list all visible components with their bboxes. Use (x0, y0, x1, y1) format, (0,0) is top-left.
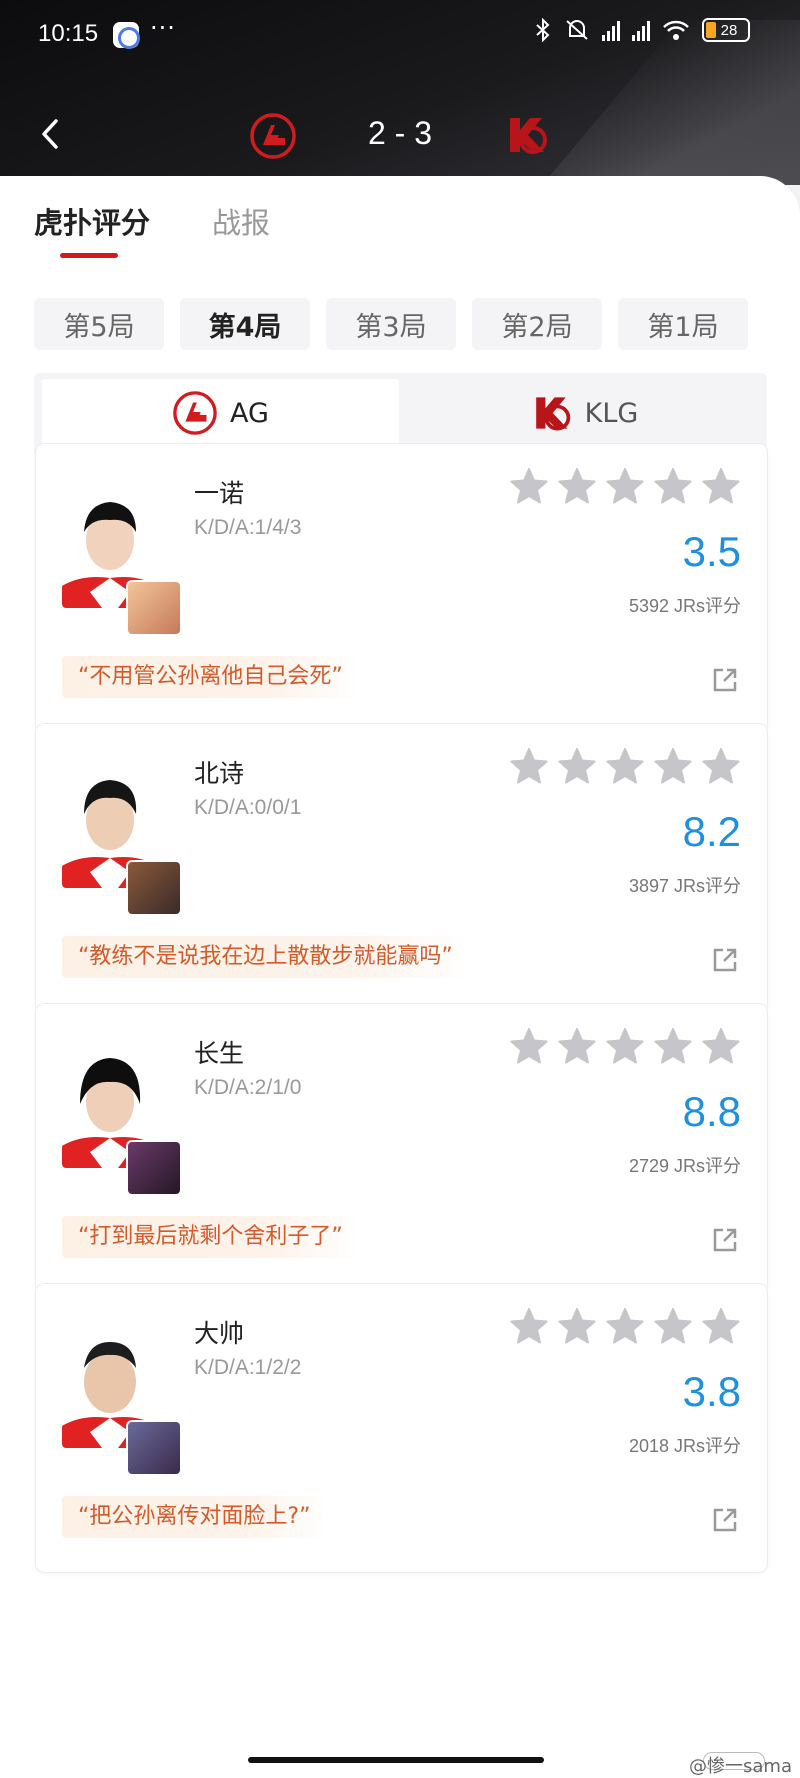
star-icon[interactable] (653, 1306, 693, 1346)
bluetooth-icon (536, 18, 550, 42)
match-score: 2 - 3 (367, 115, 433, 151)
signal-icon-2 (632, 19, 650, 41)
player-quote: “把公孙离传对面脸上?” (62, 1496, 327, 1538)
klg-team-logo (535, 397, 570, 431)
player-rating: 8.8 (682, 1088, 741, 1135)
share-icon (713, 1508, 737, 1532)
share-icon (713, 948, 737, 972)
tab-hupu-rating[interactable]: 虎扑评分 (34, 200, 150, 260)
rating-stars (509, 466, 741, 506)
star-icon[interactable] (509, 1026, 549, 1066)
vote-count: 3897 JRs评分 (628, 876, 741, 896)
star-icon[interactable] (509, 466, 549, 506)
share-button[interactable] (711, 946, 739, 974)
hero-icon (126, 860, 182, 916)
team-tab-ag[interactable]: AG (42, 379, 399, 447)
hero-icon (126, 580, 182, 636)
wifi-icon (663, 20, 689, 40)
rating-stars (509, 746, 741, 786)
star-icon[interactable] (605, 1306, 645, 1346)
team-tab-label: AG (230, 397, 269, 429)
star-icon[interactable] (509, 746, 549, 786)
star-icon[interactable] (653, 1026, 693, 1066)
team-tab-klg[interactable]: KLG (404, 379, 761, 447)
battery-icon: 28 (702, 18, 750, 42)
player-name: 长生 (194, 1039, 245, 1068)
star-icon[interactable] (605, 466, 645, 506)
ag-team-logo (173, 391, 217, 435)
star-icon[interactable] (653, 466, 693, 506)
player-kda: K/D/A:0/0/1 (194, 796, 302, 819)
main-tabs: 虎扑评分 战报 (34, 200, 270, 260)
star-icon[interactable] (605, 1026, 645, 1066)
match-bar: 2 - 3 (0, 95, 800, 175)
player-rating: 3.8 (682, 1368, 741, 1415)
star-icon[interactable] (509, 1306, 549, 1346)
hero-icon (126, 1140, 182, 1196)
player-card[interactable]: 大帅 K/D/A:1/2/2 3.8 2018 JRs评分 “把公孙离传对面脸上… (36, 1284, 767, 1572)
player-kda: K/D/A:1/4/3 (194, 516, 302, 539)
star-icon[interactable] (557, 1026, 597, 1066)
player-rating: 3.5 (682, 528, 741, 575)
player-kda: K/D/A:1/2/2 (194, 1356, 302, 1379)
game-tab-1[interactable]: 第1局 (618, 298, 748, 350)
content-sheet: 虎扑评分 战报 第5局 第4局 第3局 第2局 第1局 AG KLG 一诺 K/… (0, 176, 800, 1778)
system-icons: 28 (534, 18, 750, 42)
share-button[interactable] (711, 1226, 739, 1254)
mute-icon (566, 20, 588, 40)
player-quote: “打到最后就剩个舍利子了” (62, 1216, 359, 1258)
star-icon[interactable] (701, 1026, 741, 1066)
star-icon[interactable] (701, 466, 741, 506)
star-icon[interactable] (557, 466, 597, 506)
match-header: 10:15 ··· 28 2 - 3 (0, 0, 800, 185)
watermark: @惨一sama (689, 1756, 792, 1777)
player-name: 一诺 (194, 479, 245, 508)
hero-icon (126, 1420, 182, 1476)
player-card[interactable]: 长生 K/D/A:2/1/0 8.8 2729 JRs评分 “打到最后就剩个舍利… (36, 1004, 767, 1292)
game-tab-3[interactable]: 第3局 (326, 298, 456, 350)
signal-icon-1 (602, 19, 620, 41)
player-card[interactable]: 北诗 K/D/A:0/0/1 8.2 3897 JRs评分 “教练不是说我在边上… (36, 724, 767, 1012)
rating-stars (509, 1026, 741, 1066)
player-card[interactable]: 一诺 K/D/A:1/4/3 3.5 5392 JRs评分 “不用管公孙离他自己… (36, 444, 767, 732)
team-tab-label: KLG (584, 397, 639, 429)
vote-count: 2018 JRs评分 (628, 1436, 741, 1456)
star-icon[interactable] (557, 1306, 597, 1346)
rating-stars (509, 1306, 741, 1346)
player-quote: “教练不是说我在边上散散步就能赢吗” (62, 936, 469, 978)
player-quote: “不用管公孙离他自己会死” (62, 656, 359, 698)
share-button[interactable] (711, 666, 739, 694)
player-name: 北诗 (194, 759, 245, 788)
share-icon (713, 1228, 737, 1252)
share-icon (713, 668, 737, 692)
game-tab-2[interactable]: 第2局 (472, 298, 602, 350)
status-time: 10:15 (38, 20, 99, 47)
vote-count: 2729 JRs评分 (628, 1156, 741, 1176)
vote-count: 5392 JRs评分 (628, 596, 741, 616)
star-icon[interactable] (701, 1306, 741, 1346)
home-indicator[interactable] (248, 1757, 544, 1763)
player-name: 大帅 (194, 1319, 245, 1348)
game-selector: 第5局 第4局 第3局 第2局 第1局 (34, 298, 748, 350)
player-kda: K/D/A:2/1/0 (194, 1076, 302, 1099)
status-bar: 10:15 ··· 28 (0, 0, 800, 70)
player-rating: 8.2 (682, 808, 741, 855)
star-icon[interactable] (701, 746, 741, 786)
star-icon[interactable] (605, 746, 645, 786)
star-icon[interactable] (557, 746, 597, 786)
more-notifications-icon: ··· (150, 14, 176, 42)
share-button[interactable] (711, 1506, 739, 1534)
tab-report[interactable]: 战报 (212, 200, 270, 260)
klg-team-logo (510, 118, 547, 154)
game-tab-4[interactable]: 第4局 (180, 298, 310, 350)
app-notification-icon (113, 22, 140, 49)
game-tab-5[interactable]: 第5局 (34, 298, 164, 350)
star-icon[interactable] (653, 746, 693, 786)
